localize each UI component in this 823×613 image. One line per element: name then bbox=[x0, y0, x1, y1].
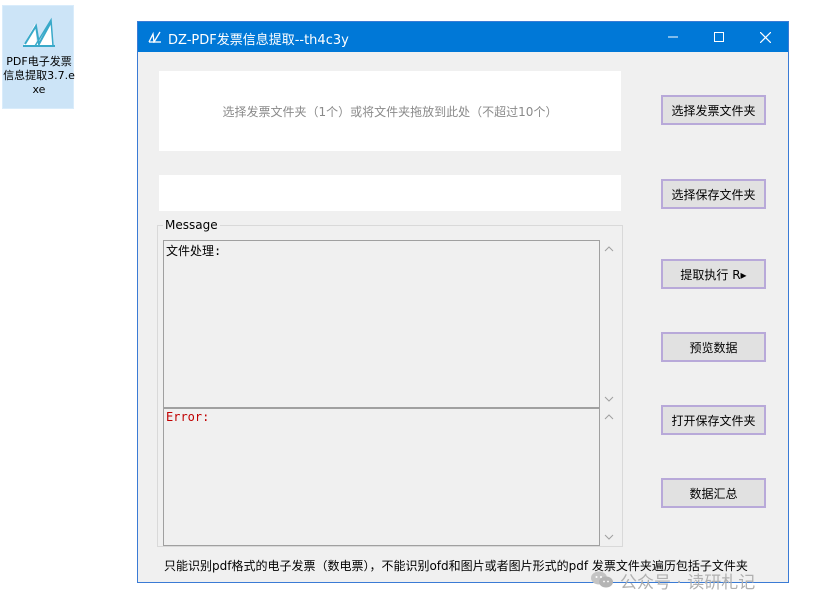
window-title: DZ-PDF发票信息提取--th4c3y bbox=[168, 33, 349, 48]
wechat-icon bbox=[591, 571, 613, 588]
data-summary-button[interactable]: 数据汇总 bbox=[661, 478, 766, 508]
chevron-up-icon bbox=[604, 414, 614, 420]
error-log-textbox[interactable]: Error: bbox=[163, 408, 600, 546]
watermark-text: 公众号 · 读研札记 bbox=[620, 572, 756, 593]
maximize-icon bbox=[714, 32, 724, 42]
file-log-text: 文件处理: bbox=[166, 244, 222, 258]
save-path-field[interactable] bbox=[159, 175, 621, 211]
file-log-textbox[interactable]: 文件处理: bbox=[163, 240, 600, 408]
chevron-down-icon bbox=[604, 396, 614, 402]
minimize-icon bbox=[668, 36, 678, 38]
folder-drop-zone[interactable]: 选择发票文件夹（1个）或将文件夹拖放到此处（不超过10个） bbox=[159, 71, 621, 151]
run-extract-button[interactable]: 提取执行 R▸ bbox=[661, 259, 766, 289]
minimize-button[interactable] bbox=[650, 22, 696, 52]
app-logo-icon bbox=[148, 31, 161, 43]
close-button[interactable] bbox=[742, 22, 788, 52]
app-logo-icon bbox=[23, 17, 55, 48]
desktop-app-icon[interactable]: PDF电子发票信息提取3.7.exe bbox=[2, 5, 75, 109]
error-log-scrollbar[interactable] bbox=[600, 408, 618, 546]
message-legend: Message bbox=[163, 218, 220, 232]
select-save-folder-button[interactable]: 选择保存文件夹 bbox=[661, 179, 766, 209]
open-save-folder-button[interactable]: 打开保存文件夹 bbox=[661, 405, 766, 435]
file-log-scrollbar[interactable] bbox=[600, 240, 618, 408]
drop-zone-hint: 选择发票文件夹（1个）或将文件夹拖放到此处（不超过10个） bbox=[222, 104, 558, 119]
desktop-icon-label: PDF电子发票信息提取3.7.exe bbox=[3, 55, 75, 96]
chevron-up-icon bbox=[604, 246, 614, 252]
chevron-down-icon bbox=[604, 534, 614, 540]
title-bar[interactable]: DZ-PDF发票信息提取--th4c3y bbox=[138, 22, 788, 52]
error-log-text: Error: bbox=[166, 410, 210, 424]
select-invoice-folder-button[interactable]: 选择发票文件夹 bbox=[661, 95, 766, 125]
message-group: Message 文件处理: Error: bbox=[157, 218, 623, 547]
close-icon bbox=[759, 31, 771, 43]
app-window: DZ-PDF发票信息提取--th4c3y 选择发票文件夹（1个）或将文件夹拖放到… bbox=[137, 21, 789, 583]
watermark: 公众号 · 读研札记 bbox=[590, 566, 800, 594]
maximize-button[interactable] bbox=[696, 22, 742, 52]
preview-data-button[interactable]: 预览数据 bbox=[661, 332, 766, 362]
